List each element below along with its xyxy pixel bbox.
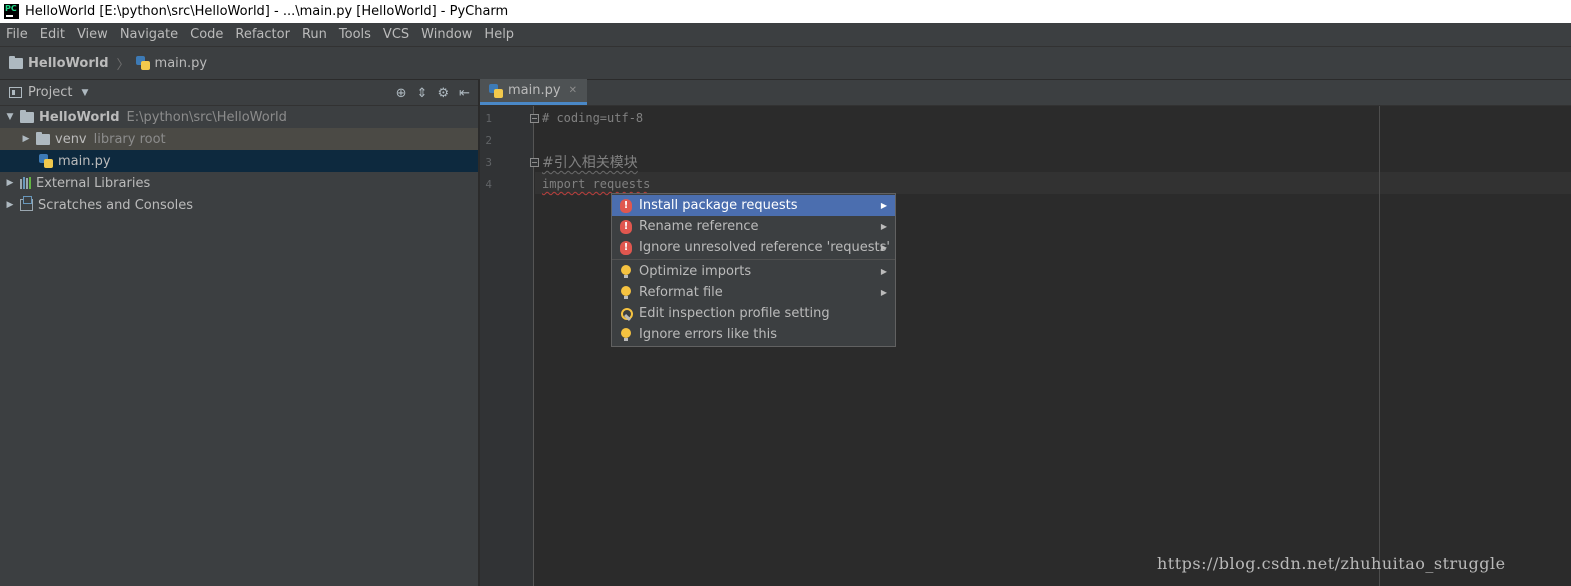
- close-icon[interactable]: ✕: [569, 85, 577, 96]
- menu-vcs[interactable]: VCS: [377, 27, 415, 42]
- chevron-right-icon[interactable]: ▶: [4, 200, 16, 210]
- code-line-1[interactable]: # coding=utf-8: [542, 111, 643, 125]
- intention-label: Rename reference: [639, 219, 759, 234]
- line-number: 3: [485, 156, 492, 169]
- submenu-arrow-icon: ▶: [880, 201, 887, 210]
- folder-icon: [36, 131, 50, 145]
- intention-label: Ignore errors like this: [639, 327, 777, 342]
- tab-label: main.py: [508, 83, 561, 98]
- bulb-icon: [620, 285, 632, 300]
- menu-bar: File Edit View Navigate Code Refactor Ru…: [0, 23, 1571, 47]
- intention-rename-reference[interactable]: ! Rename reference ▶: [612, 216, 895, 237]
- gear-icon[interactable]: ⚙: [437, 86, 449, 101]
- right-margin-guide: [1379, 106, 1380, 586]
- tree-item-hint: library root: [93, 131, 166, 147]
- tree-item-path: E:\python\src\HelloWorld: [126, 109, 287, 125]
- tree-item-label: Scratches and Consoles: [38, 197, 194, 213]
- editor-tab-bar: main.py ✕: [480, 79, 1571, 106]
- hide-panel-icon[interactable]: ⇤: [459, 86, 470, 101]
- error-icon: !: [620, 198, 632, 213]
- project-panel-toolbar: ⊕ ⇕ ⚙ ⇤: [396, 80, 470, 106]
- breadcrumb-separator-icon: 〉: [116, 57, 130, 73]
- menu-edit[interactable]: Edit: [34, 27, 71, 42]
- tree-item-scratches[interactable]: ▶ Scratches and Consoles: [0, 194, 478, 216]
- pycharm-logo-icon: PC: [4, 4, 19, 19]
- intention-label: Reformat file: [639, 285, 723, 300]
- fold-icon[interactable]: [530, 114, 539, 123]
- fold-icon[interactable]: [530, 158, 539, 167]
- project-panel-title[interactable]: Project: [28, 85, 72, 100]
- menu-refactor[interactable]: Refactor: [229, 27, 296, 42]
- python-file-icon: [39, 154, 53, 168]
- wrench-icon: [620, 307, 633, 321]
- tree-item-helloworld[interactable]: ▼ HelloWorld E:\python\src\HelloWorld: [0, 106, 478, 128]
- chevron-right-icon[interactable]: ▶: [20, 134, 32, 144]
- line-number: 2: [485, 134, 492, 147]
- line-number: 1: [485, 112, 492, 125]
- menu-window[interactable]: Window: [415, 27, 478, 42]
- tree-item-label: HelloWorld: [39, 109, 120, 125]
- bulb-icon: [620, 264, 632, 279]
- submenu-arrow-icon: ▶: [880, 267, 887, 276]
- intention-actions-popup: ! Install package requests ▶ ! Rename re…: [611, 193, 896, 347]
- tree-item-label: External Libraries: [36, 175, 151, 191]
- intention-reformat-file[interactable]: Reformat file ▶: [612, 282, 895, 303]
- python-file-icon: [489, 83, 503, 98]
- submenu-arrow-icon: ▶: [880, 288, 887, 297]
- menu-file[interactable]: File: [0, 27, 34, 42]
- tree-item-main-py[interactable]: main.py: [0, 150, 478, 172]
- intention-optimize-imports[interactable]: Optimize imports ▶: [612, 261, 895, 282]
- project-view-icon: [9, 87, 22, 98]
- intention-ignore-errors[interactable]: Ignore errors like this: [612, 324, 895, 345]
- line-number: 4: [485, 178, 492, 191]
- error-icon: !: [620, 219, 632, 234]
- menu-tools[interactable]: Tools: [333, 27, 377, 42]
- menu-code[interactable]: Code: [184, 27, 229, 42]
- tree-item-external-libraries[interactable]: ▶ External Libraries: [0, 172, 478, 194]
- menu-run[interactable]: Run: [296, 27, 333, 42]
- current-line-highlight: [535, 172, 1571, 194]
- popup-separator: [612, 259, 895, 260]
- project-panel-header: Project ▼ ⊕ ⇕ ⚙ ⇤: [0, 80, 478, 106]
- tree-item-venv[interactable]: ▶ venv library root: [0, 128, 478, 150]
- python-file-icon: [135, 56, 150, 70]
- locate-file-icon[interactable]: ⊕: [396, 86, 407, 101]
- project-tool-window: Project ▼ ⊕ ⇕ ⚙ ⇤ ▼ HelloWorld E:\python…: [0, 80, 479, 586]
- breadcrumb-project[interactable]: HelloWorld: [28, 56, 109, 71]
- intention-label: Install package requests: [639, 198, 798, 213]
- menu-navigate[interactable]: Navigate: [114, 27, 184, 42]
- submenu-arrow-icon: ▶: [880, 222, 887, 231]
- submenu-arrow-icon: ▶: [880, 243, 887, 252]
- bulb-icon: [620, 327, 632, 342]
- library-icon: [20, 177, 31, 189]
- collapse-all-icon[interactable]: ⇕: [417, 86, 428, 101]
- intention-edit-inspection[interactable]: Edit inspection profile setting: [612, 303, 895, 324]
- tab-main-py[interactable]: main.py ✕: [480, 79, 587, 105]
- menu-help[interactable]: Help: [478, 27, 520, 42]
- chevron-down-icon[interactable]: ▼: [4, 112, 16, 122]
- navigation-bar: HelloWorld 〉 main.py: [0, 47, 1571, 80]
- tree-item-label: venv: [55, 131, 87, 147]
- code-line-3[interactable]: #引入相关模块: [542, 152, 638, 172]
- chevron-down-icon[interactable]: ▼: [81, 88, 88, 98]
- watermark-text: https://blog.csdn.net/zhuhuitao_struggle: [1157, 554, 1506, 573]
- folder-icon: [20, 109, 34, 123]
- tree-item-label: main.py: [58, 153, 111, 169]
- editor-gutter: 1 2 3 4: [480, 106, 539, 586]
- intention-ignore-unresolved[interactable]: ! Ignore unresolved reference 'requests'…: [612, 237, 895, 258]
- intention-label: Ignore unresolved reference 'requests': [639, 240, 890, 255]
- intention-label: Optimize imports: [639, 264, 752, 279]
- folder-icon: [9, 55, 23, 69]
- window-title: HelloWorld [E:\python\src\HelloWorld] - …: [25, 4, 509, 19]
- window-title-bar: PC HelloWorld [E:\python\src\HelloWorld]…: [0, 0, 1571, 23]
- scratches-icon: [20, 196, 33, 211]
- chevron-right-icon[interactable]: ▶: [4, 178, 16, 188]
- error-icon: !: [620, 240, 632, 255]
- intention-install-package[interactable]: ! Install package requests ▶: [612, 195, 895, 216]
- breadcrumb-file[interactable]: main.py: [155, 56, 208, 71]
- intention-label: Edit inspection profile setting: [639, 306, 830, 321]
- menu-view[interactable]: View: [71, 27, 114, 42]
- code-line-4[interactable]: import requests: [542, 177, 650, 191]
